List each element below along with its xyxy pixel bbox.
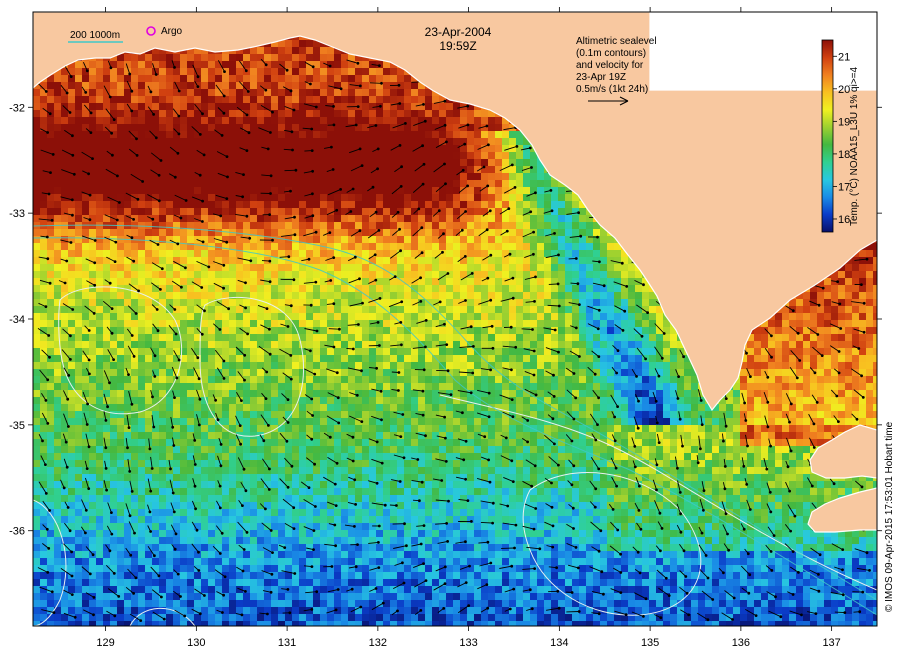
x-tick-label: 129 xyxy=(96,637,114,649)
x-tick-label: 133 xyxy=(459,637,477,649)
y-tick-label: -32 xyxy=(9,102,25,114)
x-tick-label: 132 xyxy=(369,637,387,649)
annotation-line: 0.5m/s (1kt 24h) xyxy=(576,84,648,95)
colorbar-title: Temp. (°C) NOAA15_L3U 1% qi>=4 xyxy=(849,66,860,226)
annotation-line: and velocity for xyxy=(576,60,644,71)
colorbar-ramp xyxy=(821,39,834,233)
map-date: 23-Apr-2004 xyxy=(425,25,492,39)
sst-map: 129 130 131 132 133 134 135 136 137 -32 -33 -34 -35 -… xyxy=(9,7,895,649)
colorbar-tick-label: 21 xyxy=(838,51,850,63)
annotation-line: Altimetric sealevel xyxy=(576,36,657,47)
x-tick-label: 135 xyxy=(641,637,659,649)
y-tick-label: -33 xyxy=(9,208,25,220)
annotation-line: (0.1m contours) xyxy=(576,48,646,59)
map-time: 19:59Z xyxy=(439,39,476,53)
x-tick-label: 136 xyxy=(732,637,750,649)
bathymetry-legend-label: 200 1000m xyxy=(70,30,120,41)
y-tick-label: -36 xyxy=(9,526,25,538)
argo-legend-label: Argo xyxy=(161,26,183,37)
y-tick-label: -34 xyxy=(9,314,25,326)
y-tick-label: -35 xyxy=(9,420,25,432)
credit-text: © IMOS 09-Apr-2015 17:53:01 Hobart time xyxy=(884,421,895,612)
annotation-line: 23-Apr 19Z xyxy=(576,72,626,83)
x-tick-label: 130 xyxy=(187,637,205,649)
x-tick-label: 131 xyxy=(278,637,296,649)
x-tick-label: 137 xyxy=(822,637,840,649)
x-tick-label: 134 xyxy=(550,637,568,649)
